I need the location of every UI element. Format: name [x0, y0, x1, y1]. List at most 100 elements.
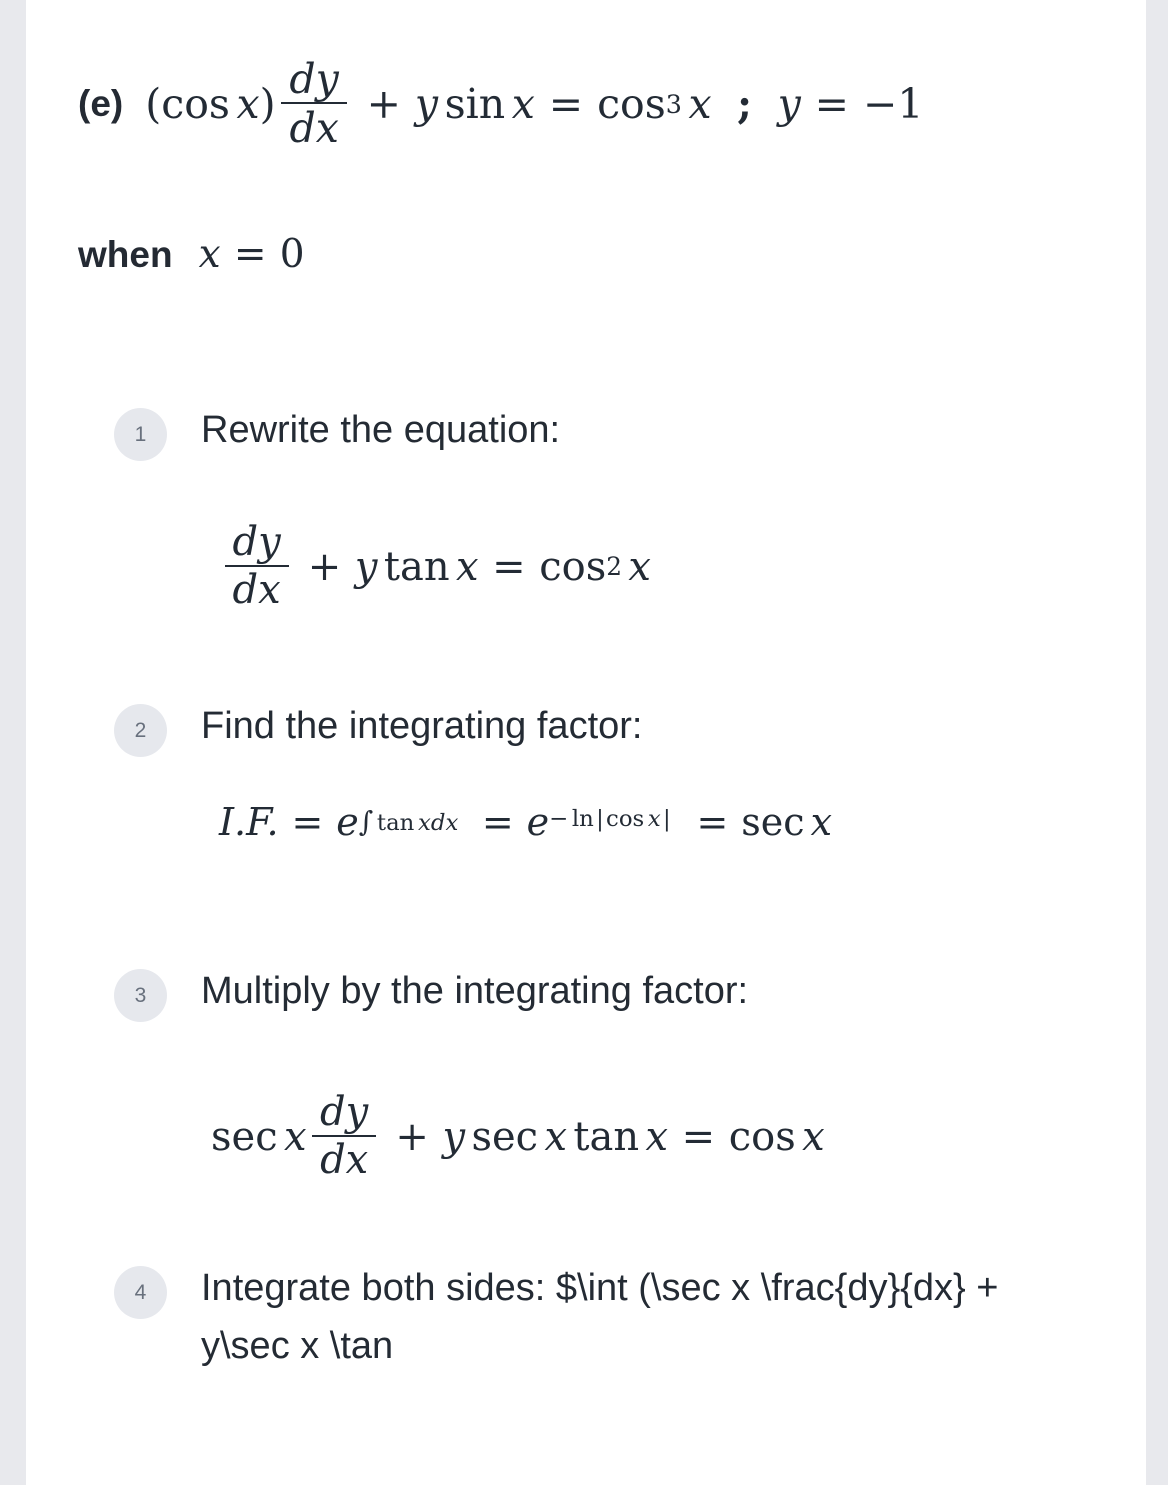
cos-op: cos	[539, 543, 607, 590]
integrating-factor-label: I.F.	[219, 800, 279, 844]
euler-number-2: e	[526, 800, 550, 844]
step-title-2: Find the integrating factor:	[201, 705, 643, 747]
fraction-numerator: dy	[227, 519, 286, 565]
tan-op: tan	[376, 810, 415, 836]
fraction-denominator: dx	[227, 567, 286, 611]
numerator-d: d	[320, 1089, 346, 1135]
condition-value-zero: 0	[279, 232, 305, 277]
equals-sign: =	[548, 79, 584, 128]
sec-argument-x: x	[810, 800, 833, 844]
initial-condition-y: y	[777, 79, 801, 128]
step-title-3: Multiply by the integrating factor:	[201, 970, 749, 1012]
sin-argument-x: x	[511, 79, 535, 128]
cos-argument-x: x	[802, 1113, 825, 1160]
fraction-denominator: dx	[284, 104, 345, 149]
sec-op: sec	[741, 800, 805, 844]
condition-equation: x = 0	[199, 232, 305, 277]
paren-open: (	[145, 79, 162, 128]
denominator-x: x	[315, 103, 339, 152]
cos-op: cos	[161, 79, 230, 128]
step-number-badge-1: 1	[114, 408, 167, 461]
condition-line: when x = 0	[78, 232, 305, 277]
initial-value: −1	[862, 79, 924, 128]
step-item-4[interactable]: 4 Integrate both sides: $\int (\sec x \f…	[114, 1260, 1021, 1376]
step-2-equation: I.F. = e ∫ tan xdx = e − ln|cos x| = sec x	[219, 800, 832, 844]
problem-statement-line: (e) (cos x) dy dx + y sin x = cos 3 x ; y = −1	[78, 58, 923, 149]
denominator-x: x	[345, 1136, 369, 1183]
denominator-d: d	[289, 103, 316, 152]
integral-icon: ∫	[358, 805, 374, 839]
sin-op: sin	[444, 79, 506, 128]
numerator-y: y	[258, 519, 281, 565]
tan-argument-x: x	[645, 1113, 669, 1160]
step-title-4: Integrate both sides: $\int (\sec x \fra…	[201, 1267, 999, 1367]
fraction-numerator: dy	[314, 1089, 373, 1135]
numerator-y: y	[345, 1089, 369, 1135]
fraction-dy-dx: dy dx	[281, 58, 347, 149]
step-title-1: Rewrite the equation:	[201, 409, 561, 451]
step-item-1[interactable]: 1 Rewrite the equation:	[114, 402, 560, 461]
problem-equation: (cos x) dy dx + y sin x = cos 3 x ; y = −1	[145, 55, 924, 152]
variable-x: x	[236, 79, 260, 128]
equals-sign-3: =	[696, 800, 729, 844]
step-3-equation: sec x dy dx + y sec x tan x = cos x	[211, 1089, 825, 1181]
cos-op: cos	[606, 805, 645, 832]
sec-argument-x: x	[284, 1113, 307, 1160]
equals-sign-2: =	[814, 79, 850, 128]
numerator-y: y	[315, 55, 339, 103]
step-number-badge-2: 2	[114, 704, 167, 757]
equals-sign-2: =	[481, 800, 514, 844]
condition-equals: =	[233, 232, 267, 277]
variable-y: y	[414, 79, 439, 128]
when-label: when	[78, 233, 173, 275]
step-item-3[interactable]: 3 Multiply by the integrating factor:	[114, 963, 748, 1022]
fraction-numerator: dy	[284, 58, 345, 102]
denominator-d: d	[320, 1136, 346, 1183]
condition-variable-x: x	[198, 232, 221, 277]
numerator-d: d	[232, 519, 259, 565]
sec-argument-x-2: x	[544, 1113, 568, 1160]
denominator-x: x	[258, 566, 281, 613]
exponent-log-expression: − ln|cos x|	[549, 805, 671, 832]
cos-argument-x: x	[628, 543, 651, 590]
euler-number-1: e	[336, 800, 359, 844]
step-number-badge-4: 4	[114, 1266, 167, 1319]
paren-close: )	[259, 79, 276, 128]
equals-sign: =	[291, 800, 324, 844]
tan-argument-x: x	[417, 810, 431, 836]
cos-op: cos	[728, 1113, 796, 1160]
equals-sign: =	[681, 1113, 716, 1160]
variable-y: y	[354, 543, 378, 590]
differential-d: d	[430, 810, 446, 836]
left-gutter	[0, 0, 26, 1485]
exponent-integral-expression: ∫ tan xdx	[359, 808, 459, 836]
fraction-dy-dx-step3: dy dx	[312, 1089, 377, 1181]
step-item-2[interactable]: 2 Find the integrating factor:	[114, 698, 642, 757]
right-gutter	[1146, 0, 1168, 1485]
fraction-denominator: dx	[314, 1137, 373, 1181]
numerator-d: d	[289, 55, 316, 103]
tan-op: tan	[383, 543, 450, 590]
sec-op-2: sec	[471, 1113, 539, 1160]
denominator-d: d	[232, 566, 259, 613]
plus-operator: +	[307, 543, 342, 590]
tan-argument-x: x	[455, 543, 479, 590]
step-1-equation: dy dx + y tan x = cos 2 x	[219, 519, 651, 611]
sec-op: sec	[211, 1113, 278, 1160]
minus-sign: −	[549, 805, 569, 832]
document-sheet: (e) (cos x) dy dx + y sin x = cos 3 x ; y = −1 …	[26, 0, 1146, 1485]
cos-argument-x: x	[647, 805, 661, 832]
plus-operator: +	[366, 79, 401, 128]
tan-op: tan	[573, 1113, 640, 1160]
part-label: (e)	[78, 82, 124, 124]
ln-op: ln	[571, 805, 594, 832]
differential-x: x	[445, 810, 459, 836]
variable-y: y	[442, 1113, 466, 1160]
cos-cubed-argument-x: x	[688, 79, 712, 128]
plus-operator: +	[395, 1113, 429, 1160]
semicolon-separator: ;	[737, 79, 753, 128]
cos-cubed-op: cos	[597, 79, 666, 128]
equals-sign: =	[492, 543, 526, 590]
step-number-badge-3: 3	[114, 969, 167, 1022]
fraction-dy-dx-step1: dy dx	[224, 519, 289, 611]
